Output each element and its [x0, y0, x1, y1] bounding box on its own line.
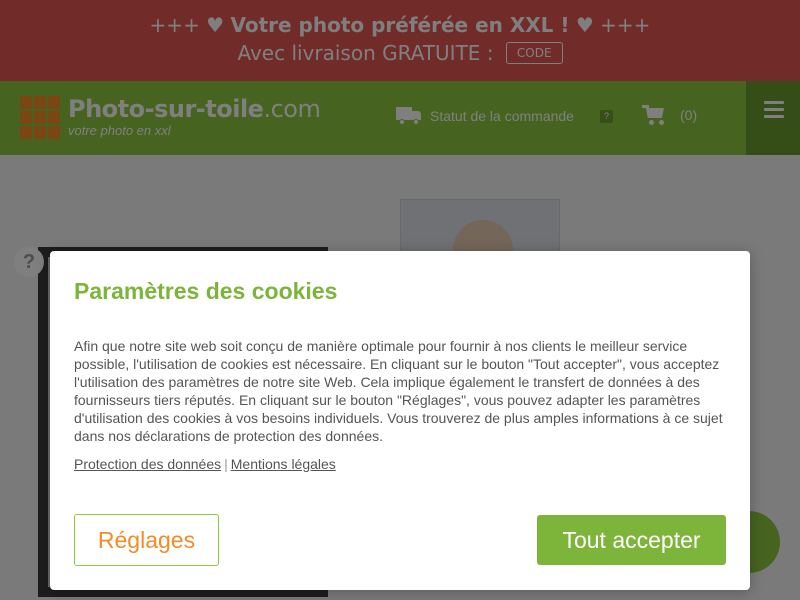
cookie-consent-dialog: Paramètres des cookies Afin que notre si… — [50, 251, 750, 590]
cookie-dialog-body: Afin que notre site web soit conçu de ma… — [74, 338, 723, 444]
cookie-dialog-links: Protection des données | Mentions légales — [74, 456, 336, 472]
link-separator: | — [224, 456, 228, 472]
cookie-settings-button[interactable]: Réglages — [74, 514, 219, 566]
accept-all-cookies-button[interactable]: Tout accepter — [537, 515, 726, 565]
privacy-policy-link[interactable]: Protection des données — [74, 456, 221, 472]
legal-notice-link[interactable]: Mentions légales — [231, 456, 336, 472]
cookie-dialog-title: Paramètres des cookies — [74, 278, 338, 304]
